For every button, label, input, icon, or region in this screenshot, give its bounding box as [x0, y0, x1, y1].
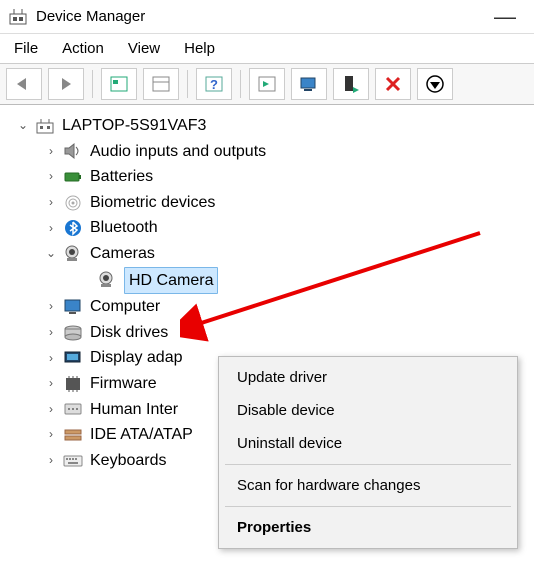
- menu-scan-hardware[interactable]: Scan for hardware changes: [219, 469, 517, 502]
- toolbar-down[interactable]: [417, 68, 453, 100]
- collapse-icon[interactable]: ›: [42, 425, 60, 444]
- collapse-icon[interactable]: ›: [42, 142, 60, 161]
- selected-device-label: HD Camera: [124, 267, 218, 295]
- display-icon: [60, 347, 86, 369]
- camera-icon: [94, 269, 120, 291]
- collapse-icon[interactable]: ›: [42, 400, 60, 419]
- titlebar: Device Manager —: [0, 0, 534, 34]
- toolbar-btn-1[interactable]: [101, 68, 137, 100]
- menu-update-driver[interactable]: Update driver: [219, 361, 517, 394]
- window-title: Device Manager: [36, 8, 484, 25]
- expand-icon[interactable]: ⌄: [14, 116, 32, 135]
- collapse-icon[interactable]: ›: [42, 349, 60, 368]
- tree-item-computer[interactable]: › Computer: [4, 294, 530, 320]
- root-label: LAPTOP-5S91VAF3: [62, 113, 206, 139]
- menu-separator: [225, 506, 511, 507]
- menu-file[interactable]: File: [14, 40, 38, 57]
- tree-item-audio[interactable]: › Audio inputs and outputs: [4, 139, 530, 165]
- tree-item-bluetooth[interactable]: › Bluetooth: [4, 215, 530, 241]
- toolbar-remote[interactable]: [291, 68, 327, 100]
- ide-icon: [60, 424, 86, 446]
- collapse-icon[interactable]: ›: [42, 374, 60, 393]
- context-menu: Update driver Disable device Uninstall d…: [218, 356, 518, 549]
- collapse-icon[interactable]: ›: [42, 451, 60, 470]
- chip-icon: [60, 373, 86, 395]
- keyboard-icon: [60, 450, 86, 472]
- expand-icon[interactable]: ⌄: [42, 244, 60, 263]
- bluetooth-icon: [60, 217, 86, 239]
- minimize-button[interactable]: —: [484, 4, 526, 30]
- speaker-icon: [60, 140, 86, 162]
- menu-uninstall-device[interactable]: Uninstall device: [219, 427, 517, 460]
- menu-action[interactable]: Action: [62, 40, 104, 57]
- hid-icon: [60, 398, 86, 420]
- tree-item-hd-camera[interactable]: HD Camera: [4, 267, 530, 295]
- menu-view[interactable]: View: [128, 40, 160, 57]
- tree-item-cameras[interactable]: ⌄ Cameras: [4, 241, 530, 267]
- menu-separator: [225, 464, 511, 465]
- toolbar-refresh[interactable]: [249, 68, 285, 100]
- battery-icon: [60, 166, 86, 188]
- tree-item-biometric[interactable]: › Biometric devices: [4, 190, 530, 216]
- back-button[interactable]: [6, 68, 42, 100]
- toolbar-btn-2[interactable]: [143, 68, 179, 100]
- tree-root[interactable]: ⌄ LAPTOP-5S91VAF3: [4, 113, 530, 139]
- fingerprint-icon: [60, 192, 86, 214]
- app-icon: [8, 7, 28, 27]
- collapse-icon[interactable]: ›: [42, 297, 60, 316]
- monitor-icon: [60, 296, 86, 318]
- disk-icon: [60, 322, 86, 344]
- forward-button[interactable]: [48, 68, 84, 100]
- svg-text:?: ?: [210, 77, 218, 92]
- menu-properties[interactable]: Properties: [219, 511, 517, 544]
- collapse-icon[interactable]: ›: [42, 219, 60, 238]
- tree-item-batteries[interactable]: › Batteries: [4, 164, 530, 190]
- toolbar: ?: [0, 63, 534, 105]
- camera-icon: [60, 243, 86, 265]
- menubar: File Action View Help: [0, 34, 534, 63]
- toolbar-remove[interactable]: [375, 68, 411, 100]
- tree-item-disks[interactable]: › Disk drives: [4, 320, 530, 346]
- toolbar-scan[interactable]: [333, 68, 369, 100]
- menu-help[interactable]: Help: [184, 40, 215, 57]
- collapse-icon[interactable]: ›: [42, 167, 60, 186]
- collapse-icon[interactable]: ›: [42, 193, 60, 212]
- collapse-icon[interactable]: ›: [42, 323, 60, 342]
- computer-icon: [32, 115, 58, 137]
- help-button[interactable]: ?: [196, 68, 232, 100]
- menu-disable-device[interactable]: Disable device: [219, 394, 517, 427]
